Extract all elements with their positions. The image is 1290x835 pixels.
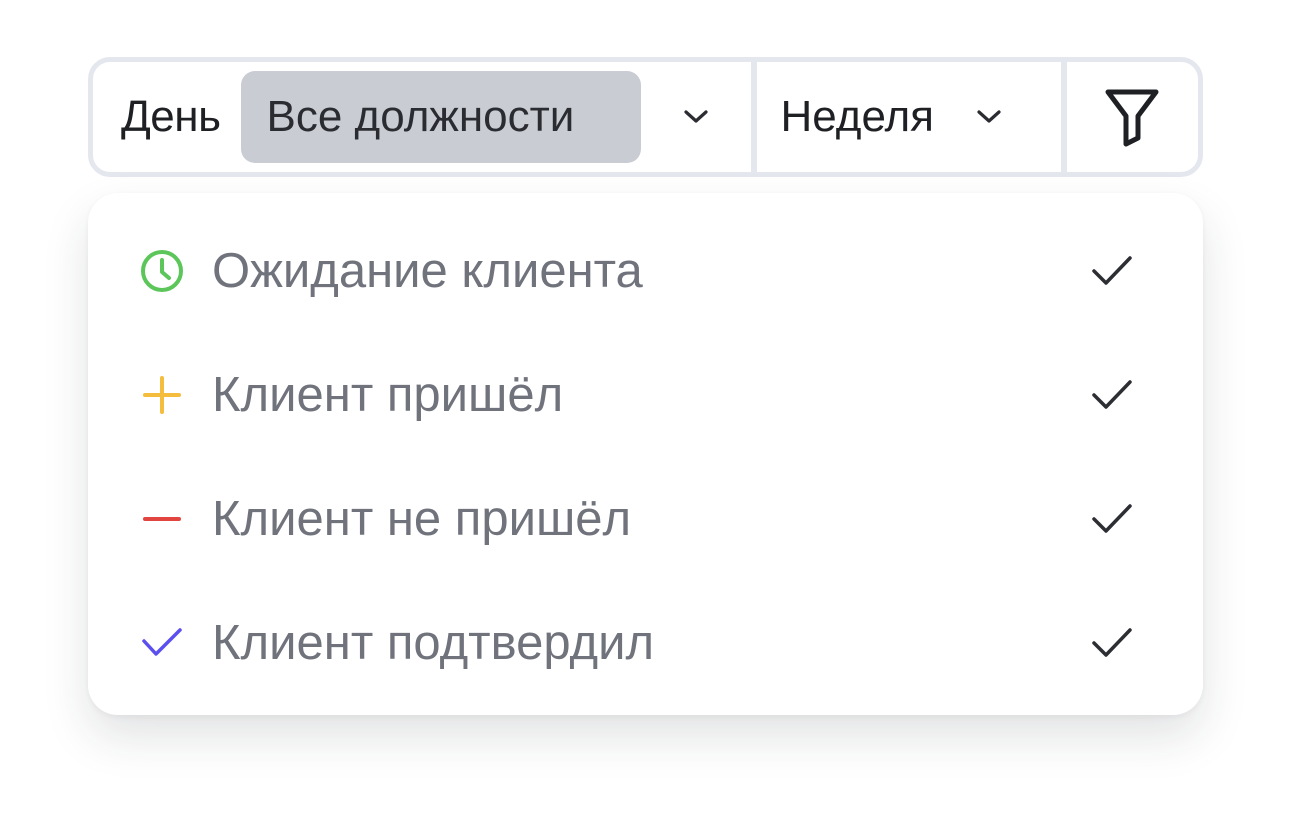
checkmark-icon [1088, 371, 1136, 419]
day-view-button[interactable]: День [121, 92, 221, 142]
schedule-toolbar: День Все должности Неделя [88, 57, 1203, 177]
status-option-waiting[interactable]: Ожидание клиента [88, 209, 1203, 333]
status-option-no-show[interactable]: Клиент не пришёл [88, 457, 1203, 581]
status-option-label: Клиент пришёл [212, 368, 564, 422]
clock-icon [138, 247, 186, 295]
status-option-confirmed[interactable]: Клиент подтвердил [88, 581, 1203, 705]
status-option-label: Клиент не пришёл [212, 492, 632, 546]
positions-select-label: Все должности [266, 92, 575, 141]
minus-icon [138, 495, 186, 543]
positions-dropdown-toggle[interactable] [641, 62, 751, 172]
positions-select[interactable]: Все должности [240, 71, 641, 163]
checkmark-icon [1088, 495, 1136, 543]
filter-widget: День Все должности Неделя Ожидание клиен… [0, 0, 1290, 835]
filter-button[interactable] [1067, 62, 1199, 172]
checkmark-icon [1088, 619, 1136, 667]
status-filter-dropdown: Ожидание клиента Клиент пришёл Клиент не… [88, 193, 1203, 715]
status-option-label: Клиент подтвердил [212, 616, 655, 670]
week-view-label: Неделя [780, 92, 934, 141]
plus-icon [138, 371, 186, 419]
chevron-down-icon [977, 110, 1001, 123]
week-view-select[interactable]: Неделя [757, 62, 1061, 172]
check-icon [138, 619, 186, 667]
filter-icon [1105, 89, 1159, 147]
chevron-down-icon [683, 110, 708, 123]
status-option-arrived[interactable]: Клиент пришёл [88, 333, 1203, 457]
checkmark-icon [1088, 247, 1136, 295]
status-option-label: Ожидание клиента [212, 244, 643, 298]
